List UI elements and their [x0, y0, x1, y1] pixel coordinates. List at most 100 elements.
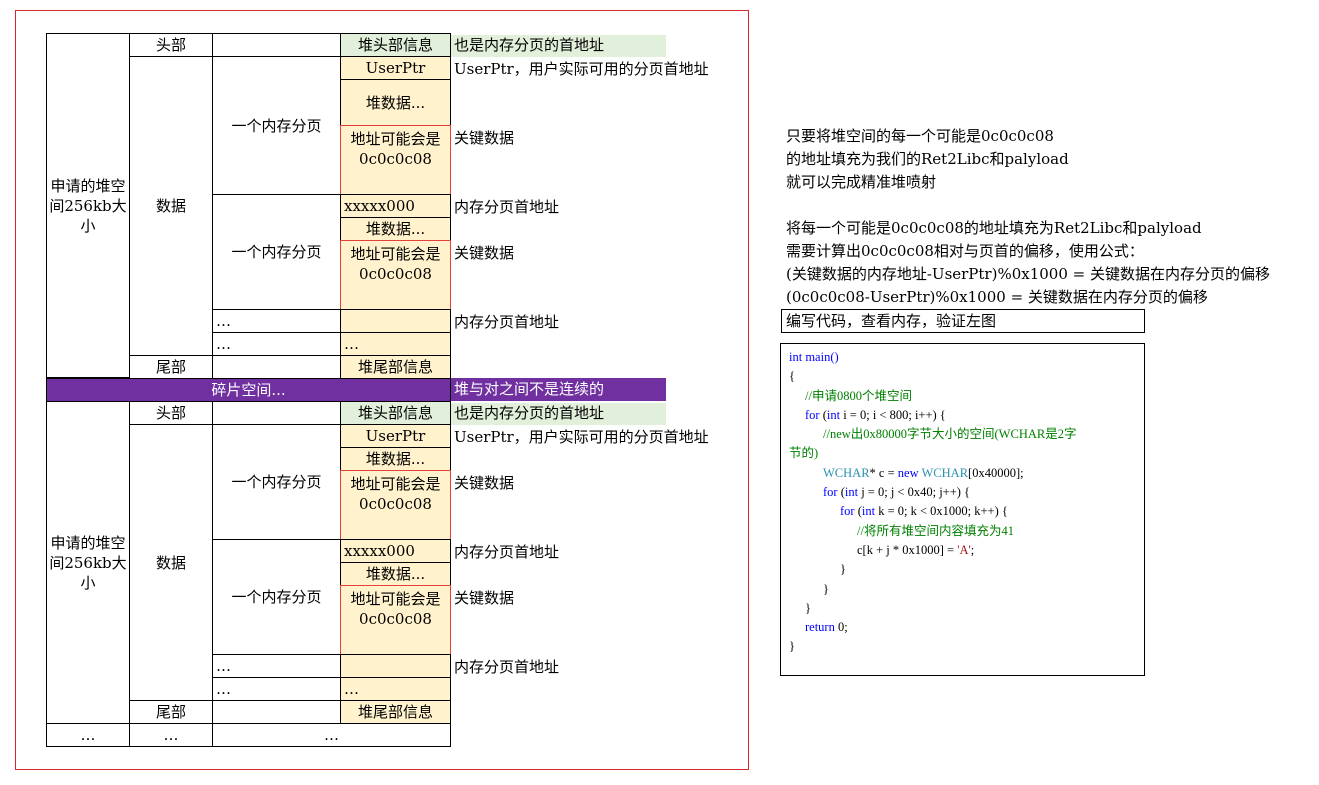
- code-line: }: [789, 637, 1136, 656]
- code-keyword: return: [805, 620, 835, 635]
- code-text: j = 0; j < 0x40; j++) {: [858, 485, 971, 500]
- userptr-cell: UserPtr: [340, 424, 451, 448]
- userptr-cell: UserPtr: [340, 56, 451, 80]
- code-keyword: for: [840, 504, 855, 519]
- page-label: 一个内存分页: [212, 539, 341, 655]
- code-keyword: for: [805, 407, 820, 422]
- heap-header-cell: 堆头部信息: [340, 401, 451, 425]
- note-line: 就可以完成精准堆喷射: [786, 173, 937, 191]
- note-header: 也是内存分页的首地址: [451, 35, 666, 57]
- heap-data-cell: 堆数据...: [340, 562, 451, 586]
- note-key-data: 关键数据: [454, 244, 515, 262]
- key-data-cell: 地址可能会是0c0c0c08: [340, 470, 451, 540]
- note-line: 需要计算出0c0c0c08相对与页首的偏移，使用公式：: [786, 242, 1144, 260]
- head-label: 头部: [129, 401, 213, 425]
- ellipsis-cell: …: [212, 654, 341, 678]
- code-line: 节的): [789, 444, 1136, 463]
- code-line: {: [789, 367, 1136, 386]
- note-key-data: 关键数据: [454, 589, 515, 607]
- code-comment: //将所有堆空间内容填充为41: [857, 523, 1014, 538]
- tail-empty-cell: [212, 355, 341, 379]
- code-text: (: [854, 504, 862, 519]
- page-address-cell: xxxxx000: [340, 194, 451, 218]
- note-page-address: 内存分页首地址: [454, 658, 560, 676]
- ellipsis-cell: …: [212, 723, 451, 747]
- code-text: * c =: [869, 465, 898, 480]
- ellipsis-cell: …: [212, 332, 341, 356]
- code-text: (: [819, 407, 827, 422]
- code-string: 'A': [957, 542, 971, 557]
- code-keyword: int: [861, 504, 876, 519]
- code-line: for (int k = 0; k < 0x1000; k++) {: [789, 502, 1136, 521]
- code-box: int main() { //申请0800个堆空间 for (int i = 0…: [780, 343, 1145, 676]
- key-data-cell: 地址可能会是0c0c0c08: [340, 240, 451, 310]
- page-label: 一个内存分页: [212, 56, 341, 195]
- tail-empty-cell: [212, 700, 341, 724]
- data-label: 数据: [129, 424, 213, 701]
- note-page-address: 内存分页首地址: [454, 198, 560, 216]
- alloc-label: 申请的堆空间256kb大小: [46, 33, 130, 378]
- code-text: i = 0; i < 800; i++) {: [840, 407, 946, 422]
- page-address-cell: xxxxx000: [340, 539, 451, 563]
- heap-data-cell: 堆数据...: [340, 447, 451, 471]
- heap-data-cell: 堆数据...: [340, 79, 451, 126]
- note-userptr: UserPtr，用户实际可用的分页首地址: [454, 60, 709, 78]
- empty-cell: [340, 654, 451, 678]
- empty-cell: [340, 309, 451, 333]
- heap-tail-cell: 堆尾部信息: [340, 355, 451, 379]
- ellipsis-cell: …: [212, 677, 341, 701]
- code-keyword: for: [823, 485, 838, 500]
- code-text: k = 0; k < 0x1000; k++) {: [875, 504, 1008, 519]
- code-keyword: new: [897, 465, 919, 480]
- code-text: ;: [970, 542, 975, 557]
- key-data-cell: 地址可能会是0c0c0c08: [340, 125, 451, 195]
- code-line: return 0;: [789, 618, 1136, 637]
- code-line: WCHAR* c = new WCHAR[0x40000];: [789, 464, 1136, 483]
- code-line: //new出0x80000字节大小的空间(WCHAR是2字: [789, 425, 1136, 444]
- note-userptr: UserPtr，用户实际可用的分页首地址: [454, 428, 709, 446]
- ellipsis-cell: …: [212, 309, 341, 333]
- fragment-space-bar: 碎片空间...: [46, 378, 451, 402]
- note-key-data: 关键数据: [454, 129, 515, 147]
- key-data-cell: 地址可能会是0c0c0c08: [340, 585, 451, 655]
- note-page-address: 内存分页首地址: [454, 543, 560, 561]
- ellipsis-cell: …: [340, 677, 451, 701]
- note-line: 的地址填充为我们的Ret2Libc和palyload: [786, 150, 1069, 168]
- ellipsis-cell: …: [46, 723, 130, 747]
- heap-header-cell: 堆头部信息: [340, 33, 451, 57]
- tail-label: 尾部: [129, 355, 213, 379]
- note-key-data: 关键数据: [454, 474, 515, 492]
- head-empty-cell: [212, 401, 341, 425]
- code-line: int main(): [789, 348, 1136, 367]
- alloc-label: 申请的堆空间256kb大小: [46, 401, 130, 724]
- code-comment: //new出0x80000字节大小的空间(WCHAR是2字: [823, 427, 1077, 442]
- code-line: c[k + j * 0x1000] = 'A';: [789, 541, 1136, 560]
- code-line: for (int i = 0; i < 800; i++) {: [789, 406, 1136, 425]
- code-text: [0x40000];: [968, 465, 1024, 480]
- page-label: 一个内存分页: [212, 424, 341, 540]
- code-comment: 节的): [789, 446, 819, 461]
- head-empty-cell: [212, 33, 341, 57]
- code-text: {: [789, 369, 795, 384]
- code-line: }: [789, 580, 1136, 599]
- code-type: WCHAR: [823, 465, 870, 480]
- page-label: 一个内存分页: [212, 194, 341, 310]
- ellipsis-cell: …: [340, 332, 451, 356]
- code-line: //申请0800个堆空间: [789, 387, 1136, 406]
- heap-tail-cell: 堆尾部信息: [340, 700, 451, 724]
- code-text: }: [823, 581, 829, 596]
- ellipsis-cell: …: [129, 723, 213, 747]
- code-keyword: int: [826, 407, 841, 422]
- code-text: }: [840, 562, 846, 577]
- code-text: 0;: [834, 620, 848, 635]
- code-text: (: [837, 485, 845, 500]
- code-line: }: [789, 599, 1136, 618]
- head-label: 头部: [129, 33, 213, 57]
- note-line: 将每一个可能是0c0c0c08的地址填充为Ret2Libc和palyload: [786, 219, 1202, 237]
- code-line: //将所有堆空间内容填充为41: [789, 522, 1136, 541]
- code-line: }: [789, 560, 1136, 579]
- code-comment: //申请0800个堆空间: [805, 388, 912, 403]
- verify-box: 编写代码，查看内存，验证左图: [781, 309, 1145, 333]
- code-keyword: int main(): [789, 350, 839, 364]
- note-not-contiguous: 堆与对之间不是连续的: [451, 378, 666, 401]
